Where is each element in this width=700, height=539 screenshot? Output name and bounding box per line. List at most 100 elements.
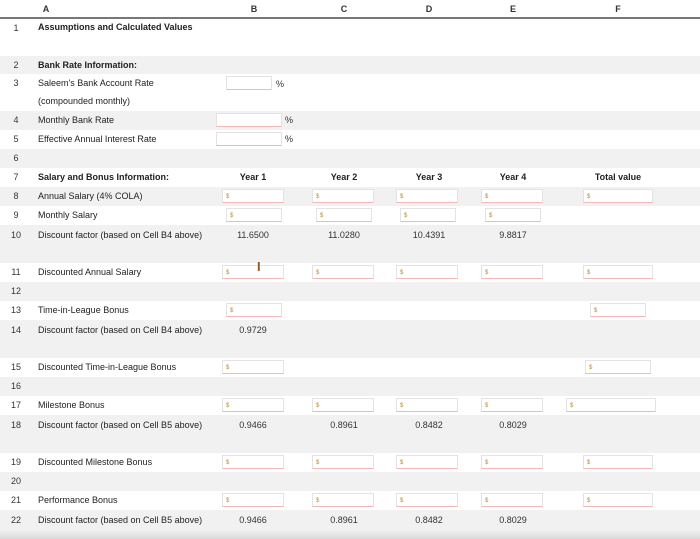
cell-c22-value: 0.8961: [330, 515, 358, 525]
row-label: Monthly Salary: [38, 210, 98, 220]
row-10: 10 Discount factor (based on Cell B4 abo…: [0, 225, 700, 263]
cell-c19-input[interactable]: $: [312, 455, 374, 469]
row-number: 7: [13, 172, 19, 182]
cell-b19-input[interactable]: $: [222, 455, 284, 469]
cell-b22-value: 0.9466: [239, 515, 267, 525]
row-17: 17 Milestone Bonus $ $ $ $ $: [0, 396, 700, 415]
cell-f19-input[interactable]: $: [583, 455, 653, 469]
row-number: 19: [10, 457, 21, 467]
cell-e17-input[interactable]: $: [481, 398, 543, 412]
cell-b21-input[interactable]: $: [222, 493, 284, 507]
cell-c21-input[interactable]: $: [312, 493, 374, 507]
row-label: Discount factor (based on Cell B4 above): [38, 325, 203, 335]
cell-e18-value: 0.8029: [499, 420, 527, 430]
column-header-e[interactable]: E: [503, 1, 523, 17]
cell-c8-input[interactable]: $: [312, 189, 374, 203]
row-label: Discount factor (based on Cell B5 above): [38, 420, 203, 430]
cell-c17-input[interactable]: $: [312, 398, 374, 412]
cell-e21-input[interactable]: $: [481, 493, 543, 507]
row-3: 3 Saleem's Bank Account Rate (compounded…: [0, 74, 700, 111]
row-number: 16: [10, 381, 21, 391]
cell-c11-input[interactable]: $: [312, 265, 374, 279]
percent-sign: %: [285, 134, 294, 144]
percent-sign: %: [285, 115, 294, 125]
total-value-header: Total value: [594, 172, 642, 182]
cell-e11-input[interactable]: $: [481, 265, 543, 279]
year-1-header: Year 1: [239, 172, 267, 182]
row-number: 5: [13, 134, 19, 144]
row-21: 21 Performance Bonus $ $ $ $ $: [0, 491, 700, 510]
cell-b14-value: 0.9729: [239, 325, 267, 335]
cell-f8-input[interactable]: $: [583, 189, 653, 203]
column-header-f[interactable]: F: [608, 1, 628, 17]
bottom-fade: [0, 530, 700, 539]
row-label: Milestone Bonus: [38, 400, 105, 410]
row-18: 18 Discount factor (based on Cell B5 abo…: [0, 415, 700, 453]
year-3-header: Year 3: [415, 172, 443, 182]
row-4: 4 Monthly Bank Rate %: [0, 111, 700, 130]
row-number: 12: [10, 286, 21, 296]
cell-b9-input[interactable]: $: [226, 208, 282, 222]
column-header-a[interactable]: A: [36, 1, 56, 17]
cell-d11-input[interactable]: $: [396, 265, 458, 279]
row-12: 12: [0, 282, 700, 301]
row-number: 22: [10, 515, 21, 525]
cell-f13-input[interactable]: $: [590, 303, 646, 317]
row-label: Annual Salary (4% COLA): [38, 191, 143, 201]
cell-d21-input[interactable]: $: [396, 493, 458, 507]
cell-f17-input[interactable]: $: [566, 398, 656, 412]
cell-b3-input[interactable]: [226, 76, 272, 90]
row-number: 2: [13, 60, 19, 70]
row-number: 17: [10, 400, 21, 410]
row-label: Discount factor (based on Cell B5 above): [38, 515, 203, 525]
cell-e8-input[interactable]: $: [481, 189, 543, 203]
cell-c10-value: 11.0280: [328, 230, 360, 240]
column-header-d[interactable]: D: [419, 1, 439, 17]
cell-b17-input[interactable]: $: [222, 398, 284, 412]
cell-b4-input[interactable]: [216, 113, 282, 127]
column-header-c[interactable]: C: [334, 1, 354, 17]
cell-d17-input[interactable]: $: [396, 398, 458, 412]
row-label: Saleem's Bank Account Rate (compounded m…: [38, 78, 154, 106]
row-20: 20: [0, 472, 700, 491]
cell-b18-value: 0.9466: [239, 420, 267, 430]
cell-b15-input[interactable]: $: [222, 360, 284, 374]
year-2-header: Year 2: [330, 172, 358, 182]
cell-d8-input[interactable]: $: [396, 189, 458, 203]
cell-e9-input[interactable]: $: [485, 208, 541, 222]
cell-c9-input[interactable]: $: [316, 208, 372, 222]
cell-f15-input[interactable]: $: [585, 360, 651, 374]
cell-d9-input[interactable]: $: [400, 208, 456, 222]
row-label: Discount factor (based on Cell B4 above): [38, 230, 203, 240]
cell-b5-input[interactable]: [216, 132, 282, 146]
row-number: 6: [13, 153, 19, 163]
row-1: 1 Assumptions and Calculated Values: [0, 18, 700, 56]
row-number: 3: [13, 78, 19, 88]
row-label: Performance Bonus: [38, 495, 118, 505]
row-number: 18: [10, 420, 21, 430]
text-cursor-icon: I: [257, 259, 261, 274]
row-number: 10: [10, 230, 21, 240]
cell-d19-input[interactable]: $: [396, 455, 458, 469]
sheet-title-label: Assumptions and Calculated Values: [38, 22, 193, 32]
section-label: Salary and Bonus Information:: [38, 172, 170, 182]
cell-b8-input[interactable]: $: [222, 189, 284, 203]
row-number: 15: [10, 362, 21, 372]
row-label: Monthly Bank Rate: [38, 115, 115, 125]
row-number: 14: [10, 325, 21, 335]
cell-e22-value: 0.8029: [499, 515, 527, 525]
cell-d18-value: 0.8482: [415, 420, 443, 430]
cell-b11-input[interactable]: $: [222, 265, 284, 279]
cell-f11-input[interactable]: $: [583, 265, 653, 279]
year-4-header: Year 4: [499, 172, 527, 182]
spreadsheet: A B C D E F 1 Assumptions and Calculated…: [0, 0, 700, 539]
row-13: 13 Time-in-League Bonus $ $: [0, 301, 700, 320]
row-6: 6: [0, 149, 700, 168]
cell-f21-input[interactable]: $: [583, 493, 653, 507]
column-header-b[interactable]: B: [244, 1, 264, 17]
row-number: 4: [13, 115, 19, 125]
cell-c18-value: 0.8961: [330, 420, 358, 430]
cell-b13-input[interactable]: $: [226, 303, 282, 317]
cell-e19-input[interactable]: $: [481, 455, 543, 469]
row-number: 20: [10, 476, 21, 486]
